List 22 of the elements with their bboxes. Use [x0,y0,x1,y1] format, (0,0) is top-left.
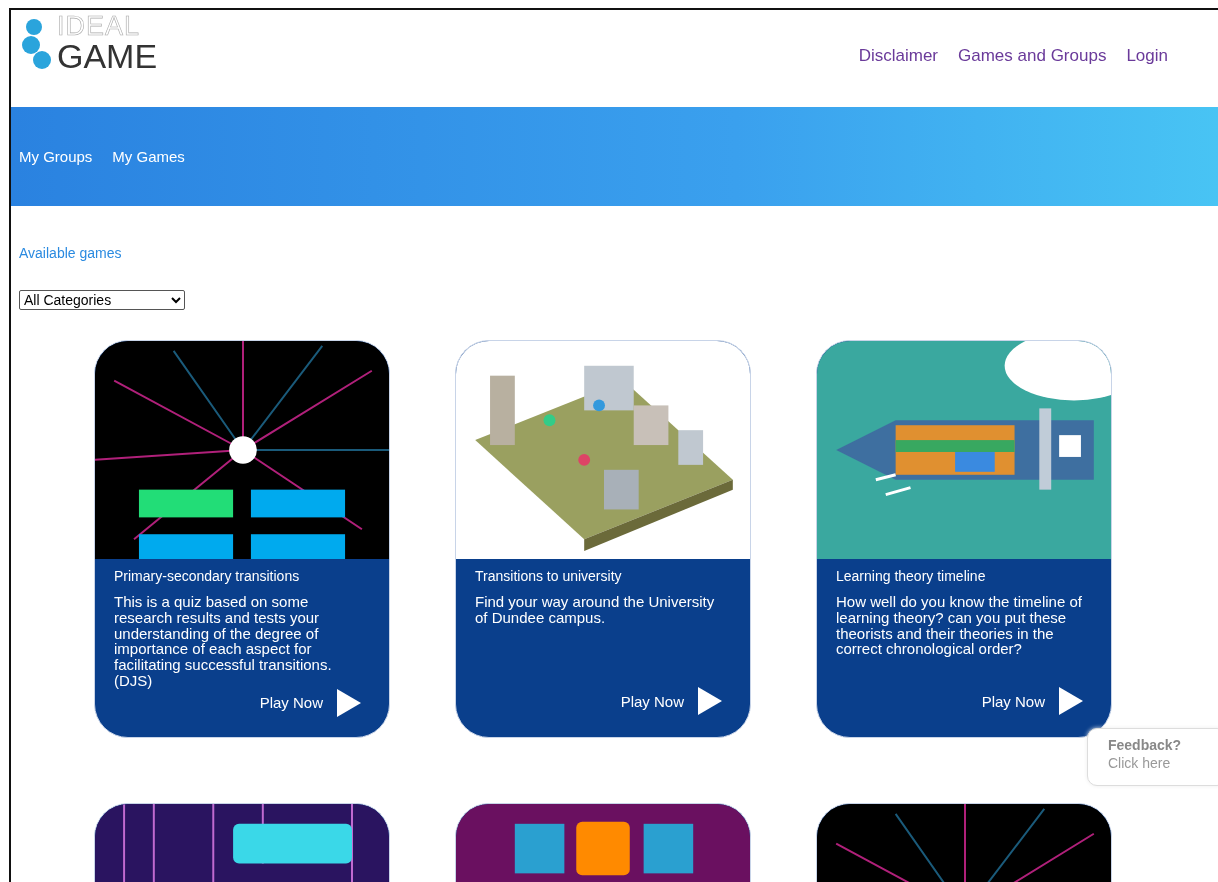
banner-link[interactable]: My Games [112,148,185,165]
game-description: How well do you know the timeline of learning theory? can you put these theorists and their theories in the correct chronological order? [836,594,1083,657]
feedback-title: Feedback? [1108,737,1183,753]
logo-text: GAME [57,39,158,72]
game-description: This is a quiz based on some research results and tests your understanding of the degree of importance of each aspect for facilitating successful transitions. (DJS) [114,594,333,689]
category-select[interactable]: All Categories [19,290,185,310]
game-description: Find your way around the University of Dundee campus. [475,594,716,626]
play-now-button[interactable]: Play Now [620,687,732,715]
game-title: Learning theory timeline [836,568,987,584]
play-icon [337,688,361,717]
play-icon [1059,687,1083,715]
nav-link[interactable]: Games and Groups [958,46,1107,66]
logo-text: IDEAL [57,14,142,40]
nav-link[interactable]: Login [1126,46,1168,66]
available-games-link[interactable]: Available games [19,245,122,261]
game-title: Primary-secondary transitions [114,568,301,584]
nav-link[interactable]: Disclaimer [858,46,939,66]
play-icon [698,687,722,715]
play-now-button[interactable]: Play Now [259,688,371,717]
banner-link[interactable]: My Groups [19,148,93,165]
play-now-button[interactable]: Play Now [981,687,1093,715]
game-title: Transitions to university [475,568,623,584]
